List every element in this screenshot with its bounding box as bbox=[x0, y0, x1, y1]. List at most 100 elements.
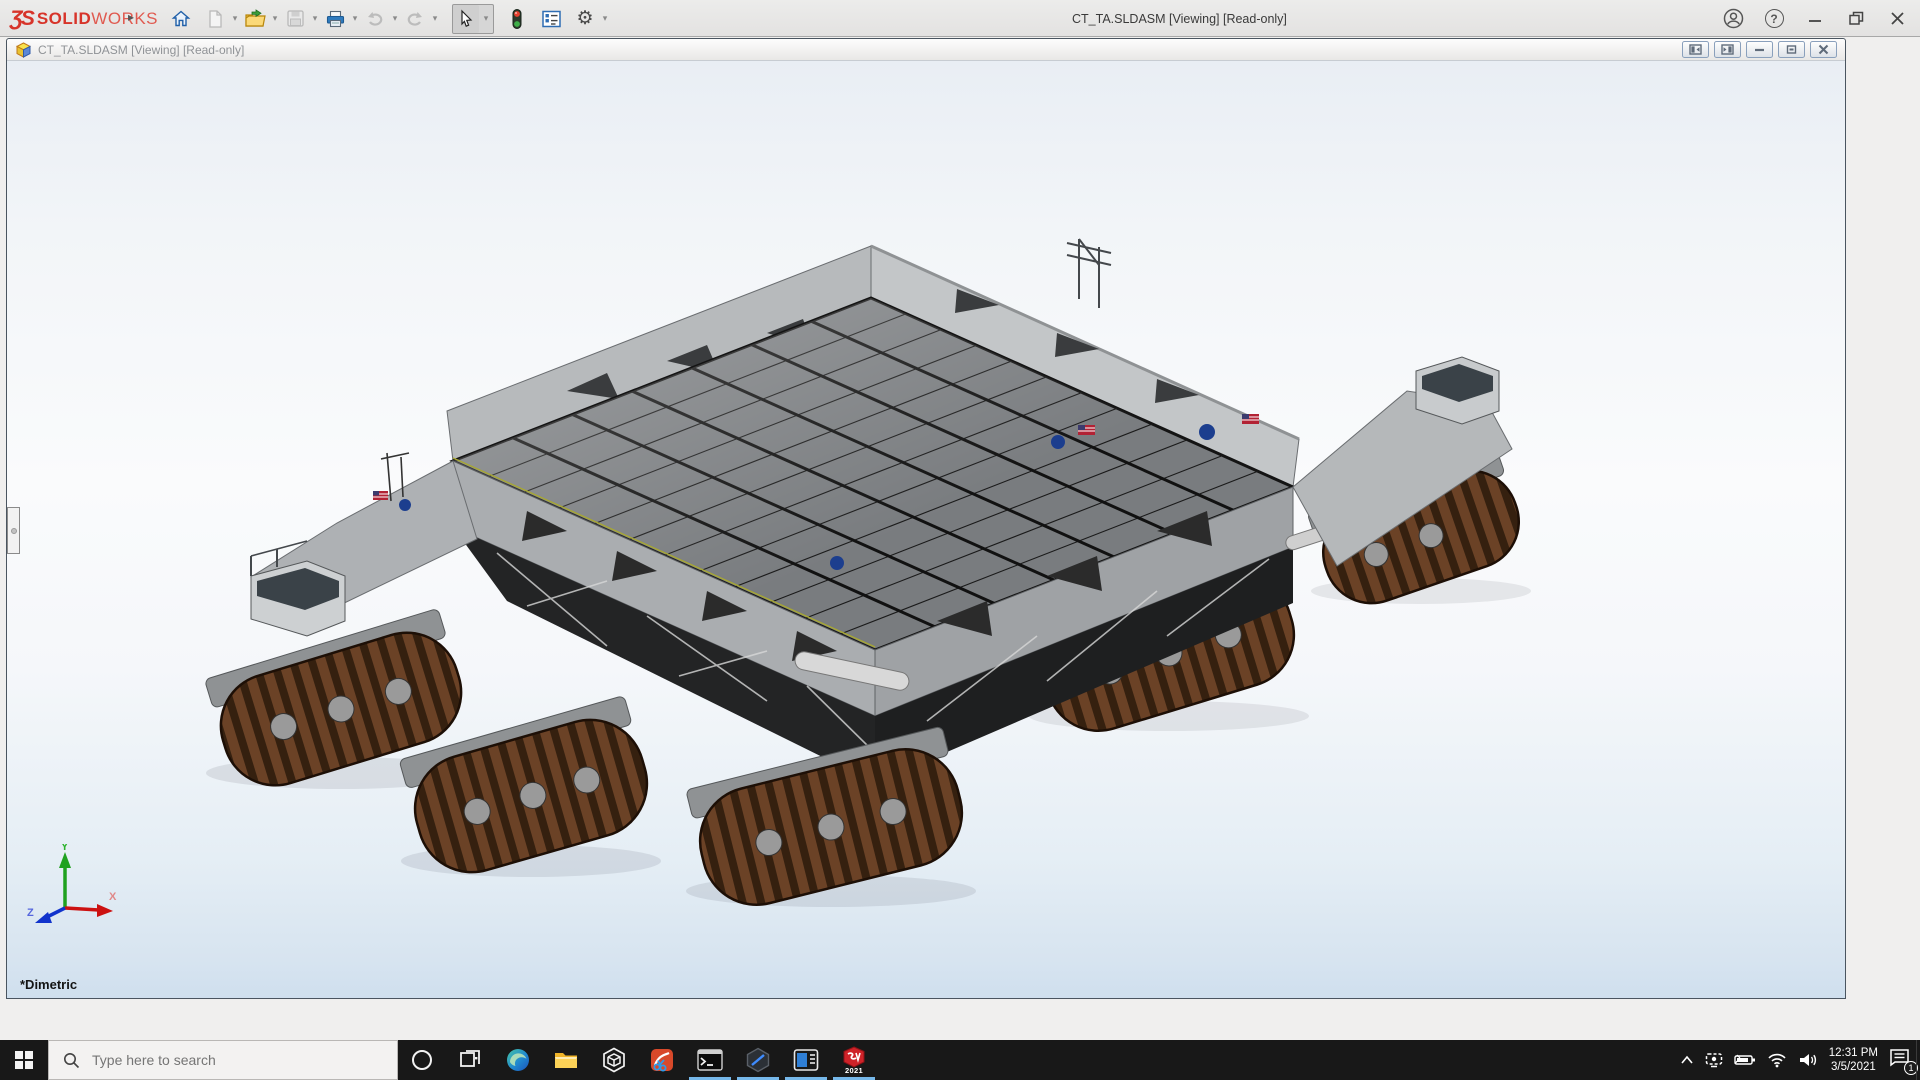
solidworks-logo: ƷS SOLIDWORKS bbox=[10, 0, 158, 37]
redo-caret[interactable]: ▾ bbox=[428, 5, 442, 33]
taskbar-icon-file-explorer[interactable] bbox=[542, 1040, 590, 1080]
redo-button[interactable] bbox=[402, 5, 428, 33]
doc-close-icon bbox=[1817, 44, 1830, 55]
3dexperience-icon bbox=[745, 1047, 771, 1073]
document-window-controls bbox=[1682, 41, 1837, 58]
windows-logo-icon bbox=[15, 1051, 33, 1069]
solidworks-year-label: 2021 bbox=[845, 1067, 863, 1075]
save-icon bbox=[286, 9, 305, 28]
volume-icon[interactable] bbox=[1798, 1052, 1818, 1068]
print-button[interactable] bbox=[322, 5, 348, 33]
taskbar-icon-media-app[interactable] bbox=[782, 1040, 830, 1080]
save-button[interactable] bbox=[282, 5, 308, 33]
taskbar-icon-terminal[interactable] bbox=[686, 1040, 734, 1080]
taskbar-icon-snip-sketch[interactable] bbox=[638, 1040, 686, 1080]
menu-expand-arrow-icon[interactable]: ▸ bbox=[128, 10, 134, 24]
tray-display-icon[interactable] bbox=[1705, 1052, 1723, 1068]
featuremanager-splitter-handle[interactable] bbox=[7, 507, 20, 554]
select-cursor-icon bbox=[457, 9, 475, 28]
show-desktop-button[interactable] bbox=[1916, 1040, 1920, 1080]
battery-charging-icon[interactable] bbox=[1734, 1053, 1756, 1067]
taskbar-icon-task-view[interactable] bbox=[446, 1040, 494, 1080]
cortana-icon bbox=[410, 1048, 434, 1072]
print-caret[interactable]: ▾ bbox=[348, 5, 362, 33]
open-button[interactable] bbox=[242, 5, 268, 33]
edge-icon bbox=[505, 1047, 531, 1073]
taskbar-app-icons: 2021 bbox=[398, 1040, 878, 1080]
minimize-button[interactable] bbox=[1802, 6, 1828, 32]
display-pane-button[interactable] bbox=[538, 5, 564, 33]
wifi-icon[interactable] bbox=[1767, 1052, 1787, 1068]
home-button[interactable] bbox=[168, 5, 194, 33]
tray-expand-chevron-icon[interactable] bbox=[1680, 1054, 1694, 1066]
clock-time: 12:31 PM bbox=[1829, 1046, 1878, 1060]
close-button[interactable] bbox=[1884, 6, 1910, 32]
taskbar-icon-3d-viewer[interactable] bbox=[590, 1040, 638, 1080]
open-caret[interactable]: ▾ bbox=[268, 5, 282, 33]
taskbar-icon-3dexperience[interactable] bbox=[734, 1040, 782, 1080]
ds-logo-icon: ƷS bbox=[10, 7, 33, 31]
triad-x-label: X bbox=[109, 891, 117, 903]
taskbar-clock[interactable]: 12:31 PM 3/5/2021 bbox=[1829, 1046, 1878, 1074]
home-icon bbox=[171, 9, 191, 29]
pane-collapse-right-button[interactable] bbox=[1714, 41, 1741, 58]
crawler-transporter-model bbox=[7, 61, 1845, 998]
select-tool-group: ▾ bbox=[452, 4, 494, 34]
terminal-icon bbox=[697, 1049, 723, 1071]
view-orientation-label: *Dimetric bbox=[20, 977, 77, 992]
taskbar-icon-solidworks[interactable]: 2021 bbox=[830, 1040, 878, 1080]
start-button[interactable] bbox=[0, 1040, 48, 1080]
select-tool-button[interactable] bbox=[453, 5, 479, 33]
doc-minimize-button[interactable] bbox=[1746, 41, 1773, 58]
open-folder-icon bbox=[244, 9, 266, 29]
taskbar-icon-cortana[interactable] bbox=[398, 1040, 446, 1080]
pane-collapse-left-button[interactable] bbox=[1682, 41, 1709, 58]
options-caret[interactable]: ▾ bbox=[598, 5, 612, 33]
doc-minimize-icon bbox=[1753, 44, 1766, 55]
save-caret[interactable]: ▾ bbox=[308, 5, 322, 33]
pane-collapse-right-icon bbox=[1721, 44, 1734, 55]
rear-crane-mast bbox=[1067, 239, 1111, 308]
media-app-icon bbox=[793, 1048, 819, 1072]
select-tool-caret[interactable]: ▾ bbox=[479, 5, 493, 33]
action-center-button[interactable]: 1 bbox=[1889, 1048, 1916, 1072]
taskbar-icon-edge[interactable] bbox=[494, 1040, 542, 1080]
new-document-icon bbox=[206, 9, 224, 29]
assembly-cube-icon bbox=[15, 42, 32, 58]
snip-sketch-icon bbox=[649, 1047, 675, 1073]
resource-monitor-button[interactable] bbox=[504, 5, 530, 33]
search-icon bbox=[63, 1052, 80, 1069]
screen: ƷS SOLIDWORKS ▸ ▾ ▾ ▾ ▾ bbox=[0, 0, 1920, 1080]
restore-button[interactable] bbox=[1843, 6, 1869, 32]
display-pane-icon bbox=[541, 9, 562, 29]
titlebar-right-controls: ? bbox=[1720, 0, 1910, 37]
brand-works-text: WORKS bbox=[91, 9, 158, 28]
file-explorer-icon bbox=[553, 1048, 579, 1072]
print-icon bbox=[325, 9, 346, 29]
clock-date: 3/5/2021 bbox=[1831, 1060, 1876, 1074]
undo-caret[interactable]: ▾ bbox=[388, 5, 402, 33]
undo-button[interactable] bbox=[362, 5, 388, 33]
account-icon bbox=[1723, 8, 1744, 29]
close-icon bbox=[1890, 11, 1905, 26]
solidworks-2021-icon: 2021 bbox=[842, 1046, 866, 1075]
options-button[interactable]: ⚙ bbox=[572, 5, 598, 33]
document-title: CT_TA.SLDASM [Viewing] [Read-only] bbox=[38, 43, 244, 57]
doc-restore-button[interactable] bbox=[1778, 41, 1805, 58]
search-input[interactable] bbox=[90, 1051, 350, 1069]
orientation-triad: Y X Z bbox=[25, 844, 121, 928]
undo-icon bbox=[365, 10, 385, 28]
new-document-caret[interactable]: ▾ bbox=[228, 5, 242, 33]
task-view-icon bbox=[458, 1048, 482, 1072]
help-button[interactable]: ? bbox=[1761, 6, 1787, 32]
new-document-button[interactable] bbox=[202, 5, 228, 33]
app-title: CT_TA.SLDASM [Viewing] [Read-only] bbox=[1072, 0, 1287, 37]
doc-close-button[interactable] bbox=[1810, 41, 1837, 58]
document-window: CT_TA.SLDASM [Viewing] [Read-only] bbox=[6, 38, 1846, 999]
taskbar-search[interactable] bbox=[48, 1040, 398, 1080]
pane-collapse-left-icon bbox=[1689, 44, 1702, 55]
account-button[interactable] bbox=[1720, 6, 1746, 32]
help-icon: ? bbox=[1765, 9, 1784, 28]
system-tray: 12:31 PM 3/5/2021 1 bbox=[1680, 1040, 1916, 1080]
3d-viewport[interactable]: Y X Z *Dimetric bbox=[7, 61, 1845, 998]
